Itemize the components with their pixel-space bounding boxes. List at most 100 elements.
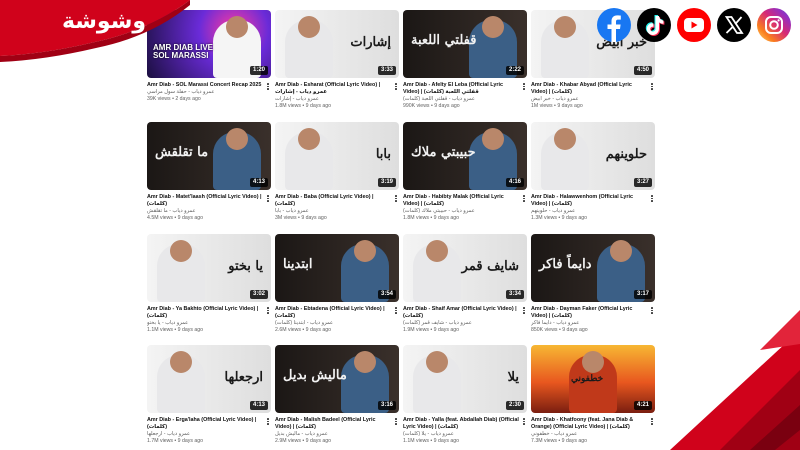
video-thumbnail[interactable]: ماليش بديل 3:16 <box>275 345 399 413</box>
video-title[interactable]: Amr Diab - Shaif Amar (Official Lyric Vi… <box>403 306 519 320</box>
more-options-dot <box>523 85 525 88</box>
video-channel[interactable]: عمرو دياب - خطفوني <box>531 431 647 438</box>
video-card[interactable]: يا بختو 3:02 Amr Diab - Ya Bakhto (Officia… <box>147 234 271 334</box>
more-options-icon[interactable] <box>649 194 655 203</box>
page: AMR DIAB LIVE SOL MARASSI 1:20 Amr Diab - … <box>0 0 800 450</box>
video-channel[interactable]: عمرو دياب - إشارات <box>275 96 391 103</box>
more-options-icon[interactable] <box>521 82 527 91</box>
video-title[interactable]: Amr Diab - Baba (Official Lyric Video) |… <box>275 194 391 208</box>
video-title[interactable]: Amr Diab - Halawwenhom (Official Lyric V… <box>531 194 647 208</box>
video-thumbnail[interactable]: يا بختو 3:02 <box>147 234 271 302</box>
video-thumbnail[interactable]: حلوينهم 3:27 <box>531 122 655 190</box>
video-title[interactable]: Amr Diab - Khabar Abyad (Official Lyric … <box>531 82 647 96</box>
video-title[interactable]: Amr Diab - Ebtadena (Official Lyric Vide… <box>275 306 391 320</box>
video-thumbnail[interactable]: ارجعلها 4:13 <box>147 345 271 413</box>
video-channel[interactable]: عمرو دياب - قفلتي اللعبة (كلمات) <box>403 96 519 103</box>
video-thumbnail[interactable]: إشارات 3:33 <box>275 10 399 78</box>
video-thumbnail[interactable]: خطفوني 4:21 <box>531 345 655 413</box>
thumbnail-title-text: يلا <box>507 370 519 385</box>
tiktok-icon[interactable] <box>637 8 671 42</box>
video-card[interactable]: إشارات 3:33 Amr Diab - Esharat (Official L… <box>275 10 399 110</box>
video-card[interactable]: شايف قمر 3:34 Amr Diab - Shaif Amar (Offic… <box>403 234 527 334</box>
more-options-icon[interactable] <box>393 306 399 315</box>
video-thumbnail[interactable]: حبيبتي ملاك 4:16 <box>403 122 527 190</box>
video-title[interactable]: Amr Diab - Yalla (feat. Abdallah Diab) (… <box>403 417 519 431</box>
video-title[interactable]: Amr Diab - SOL Marassi Concert Recap 202… <box>147 82 263 89</box>
facebook-icon[interactable] <box>597 8 631 42</box>
instagram-icon[interactable] <box>757 8 791 42</box>
video-card[interactable]: حبيبتي ملاك 4:16 Amr Diab - Habibty Malak … <box>403 122 527 222</box>
video-channel[interactable]: عمرو دياب - حلوينهم <box>531 208 647 215</box>
video-card[interactable]: بابا 3:19 Amr Diab - Baba (Official Lyric … <box>275 122 399 222</box>
video-card[interactable]: قفلتي اللعبة 2:22 Amr Diab - Afelty El Leb… <box>403 10 527 110</box>
video-channel[interactable]: عمرو دياب - ماليش بديل <box>275 431 391 438</box>
video-title[interactable]: Amr Diab - Malish Badeel (Official Lyric… <box>275 417 391 431</box>
more-options-icon[interactable] <box>393 194 399 203</box>
video-channel[interactable]: عمرو دياب - حبيبتي ملاك (كلمات) <box>403 208 519 215</box>
artist-head <box>610 240 632 262</box>
video-title[interactable]: Amr Diab - Matet'laash (Official Lyric V… <box>147 194 263 208</box>
more-options-icon[interactable] <box>521 306 527 315</box>
more-options-dot <box>395 88 397 90</box>
video-card[interactable]: ابتدينا 3:54 Amr Diab - Ebtadena (Official… <box>275 234 399 334</box>
more-options-icon[interactable] <box>265 194 271 203</box>
video-card[interactable]: خطفوني 4:21 Amr Diab - Khatfoony (feat. Ja… <box>531 345 655 445</box>
more-options-icon[interactable] <box>521 194 527 203</box>
video-title[interactable]: Amr Diab - Dayman Faker (Official Lyric … <box>531 306 647 320</box>
video-title[interactable]: Amr Diab - Khatfoony (feat. Jana Diab & … <box>531 417 647 431</box>
video-channel[interactable]: عمرو دياب - دايماً فاكر <box>531 320 647 327</box>
video-channel[interactable]: عمرو دياب - حفلة سول مراسي <box>147 89 263 96</box>
video-channel[interactable]: عمرو دياب - يلا (كلمات) <box>403 431 519 438</box>
video-thumbnail[interactable]: دايماً فاكر 3:17 <box>531 234 655 302</box>
video-channel[interactable]: عمرو دياب - ابتدينا (كلمات) <box>275 320 391 327</box>
video-channel[interactable]: عمرو دياب - شايف قمر (كلمات) <box>403 320 519 327</box>
video-channel[interactable]: عمرو دياب - بابا <box>275 208 391 215</box>
thumbnail-title-text: شايف قمر <box>461 259 519 274</box>
more-options-icon[interactable] <box>521 417 527 426</box>
video-channel[interactable]: عمرو دياب - يا بختو <box>147 320 263 327</box>
video-thumbnail[interactable]: بابا 3:19 <box>275 122 399 190</box>
video-thumbnail[interactable]: شايف قمر 3:34 <box>403 234 527 302</box>
x-icon[interactable] <box>717 8 751 42</box>
more-options-dot <box>395 85 397 88</box>
more-options-dot <box>651 197 653 200</box>
video-meta: Amr Diab - Ya Bakhto (Official Lyric Vid… <box>147 302 271 334</box>
video-channel[interactable]: عمرو دياب - ارجعلها <box>147 431 263 438</box>
more-options-icon[interactable] <box>265 82 271 91</box>
video-card[interactable]: ارجعلها 4:13 Amr Diab - Erga'laha (Officia… <box>147 345 271 445</box>
more-options-dot <box>651 88 653 90</box>
video-thumbnail[interactable]: يلا 2:30 <box>403 345 527 413</box>
video-title[interactable]: Amr Diab - Habibty Malak (Official Lyric… <box>403 194 519 208</box>
video-thumbnail[interactable]: ما تقلقش 4:13 <box>147 122 271 190</box>
more-options-dot <box>523 83 525 85</box>
video-thumbnail[interactable]: قفلتي اللعبة 2:22 <box>403 10 527 78</box>
video-card[interactable]: ما تقلقش 4:13 Amr Diab - Matet'laash (Offi… <box>147 122 271 222</box>
more-options-dot <box>523 88 525 90</box>
video-stats: 2.9M views • 9 days ago <box>275 438 332 444</box>
more-options-dot <box>395 200 397 202</box>
video-thumbnail[interactable]: ابتدينا 3:54 <box>275 234 399 302</box>
video-card[interactable]: ماليش بديل 3:16 Amr Diab - Malish Badeel (… <box>275 345 399 445</box>
video-title[interactable]: Amr Diab - Esharat (Official Lyric Video… <box>275 82 391 96</box>
video-title[interactable]: Amr Diab - Erga'laha (Official Lyric Vid… <box>147 417 263 431</box>
video-title[interactable]: Amr Diab - Ya Bakhto (Official Lyric Vid… <box>147 306 263 320</box>
youtube-icon[interactable] <box>677 8 711 42</box>
more-options-icon[interactable] <box>649 82 655 91</box>
video-meta: Amr Diab - Ebtadena (Official Lyric Vide… <box>275 302 399 334</box>
thumbnail-title-text: بابا <box>375 147 391 162</box>
artist-head <box>170 240 192 262</box>
video-title[interactable]: Amr Diab - Afelty El Leba (Official Lyri… <box>403 82 519 96</box>
video-duration: 4:50 <box>633 66 652 75</box>
more-options-icon[interactable] <box>393 82 399 91</box>
video-stats: 39K views • 2 days ago <box>147 96 201 102</box>
more-options-icon[interactable] <box>265 306 271 315</box>
artist-head <box>554 16 576 38</box>
video-channel[interactable]: عمرو دياب - ما تقلقش <box>147 208 263 215</box>
video-card[interactable]: يلا 2:30 Amr Diab - Yalla (feat. Abdallah … <box>403 345 527 445</box>
more-options-icon[interactable] <box>393 417 399 426</box>
artist-head <box>226 128 248 150</box>
video-channel[interactable]: عمرو دياب - خبر أبيض <box>531 96 647 103</box>
more-options-icon[interactable] <box>265 417 271 426</box>
video-card[interactable]: حلوينهم 3:27 Amr Diab - Halawwenhom (Offic… <box>531 122 655 222</box>
video-card[interactable]: دايماً فاكر 3:17 Amr Diab - Dayman Faker (… <box>531 234 655 334</box>
